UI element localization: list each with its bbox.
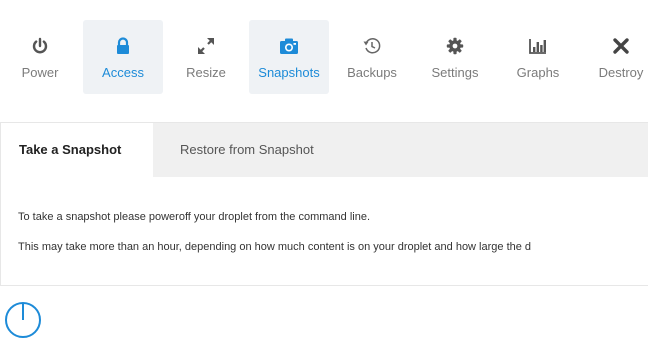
- camera-icon: [249, 37, 329, 59]
- gear-icon: [415, 37, 495, 59]
- toolbar-label: Settings: [431, 65, 479, 80]
- tab-bar: Take a Snapshot Restore from Snapshot: [1, 123, 648, 177]
- toolbar-label: Access: [102, 65, 144, 80]
- lock-icon: [83, 37, 163, 59]
- toolbar-item-graphs[interactable]: Graphs: [498, 20, 578, 94]
- droplet-toolbar: Power Access Resize Snapshots Backups Se…: [0, 0, 648, 104]
- toolbar-label: Resize: [186, 65, 226, 80]
- tab-take-snapshot[interactable]: Take a Snapshot: [1, 123, 153, 177]
- power-icon: [0, 37, 80, 59]
- toolbar-item-backups[interactable]: Backups: [332, 20, 412, 94]
- close-icon: [581, 37, 648, 59]
- snapshot-panel: Take a Snapshot Restore from Snapshot To…: [0, 122, 648, 286]
- snapshot-instruction: To take a snapshot please poweroff your …: [18, 211, 370, 223]
- toolbar-label: Destroy: [598, 65, 644, 80]
- tab-restore-from-snapshot[interactable]: Restore from Snapshot: [162, 123, 332, 177]
- history-icon: [332, 37, 412, 59]
- toolbar-item-snapshots[interactable]: Snapshots: [249, 20, 329, 94]
- toolbar-item-destroy[interactable]: Destroy: [581, 20, 648, 94]
- bar-chart-icon: [498, 37, 578, 59]
- toolbar-label: Graphs: [516, 65, 560, 80]
- toolbar-label: Snapshots: [258, 65, 320, 80]
- resize-icon: [166, 37, 246, 59]
- toolbar-item-power[interactable]: Power: [0, 20, 80, 94]
- snapshot-duration-note: This may take more than an hour, dependi…: [18, 241, 532, 253]
- power-icon[interactable]: [3, 300, 43, 345]
- toolbar-label: Backups: [347, 65, 397, 80]
- toolbar-item-resize[interactable]: Resize: [166, 20, 246, 94]
- toolbar-item-settings[interactable]: Settings: [415, 20, 495, 94]
- toolbar-label: Power: [21, 65, 59, 80]
- toolbar-item-access[interactable]: Access: [83, 20, 163, 94]
